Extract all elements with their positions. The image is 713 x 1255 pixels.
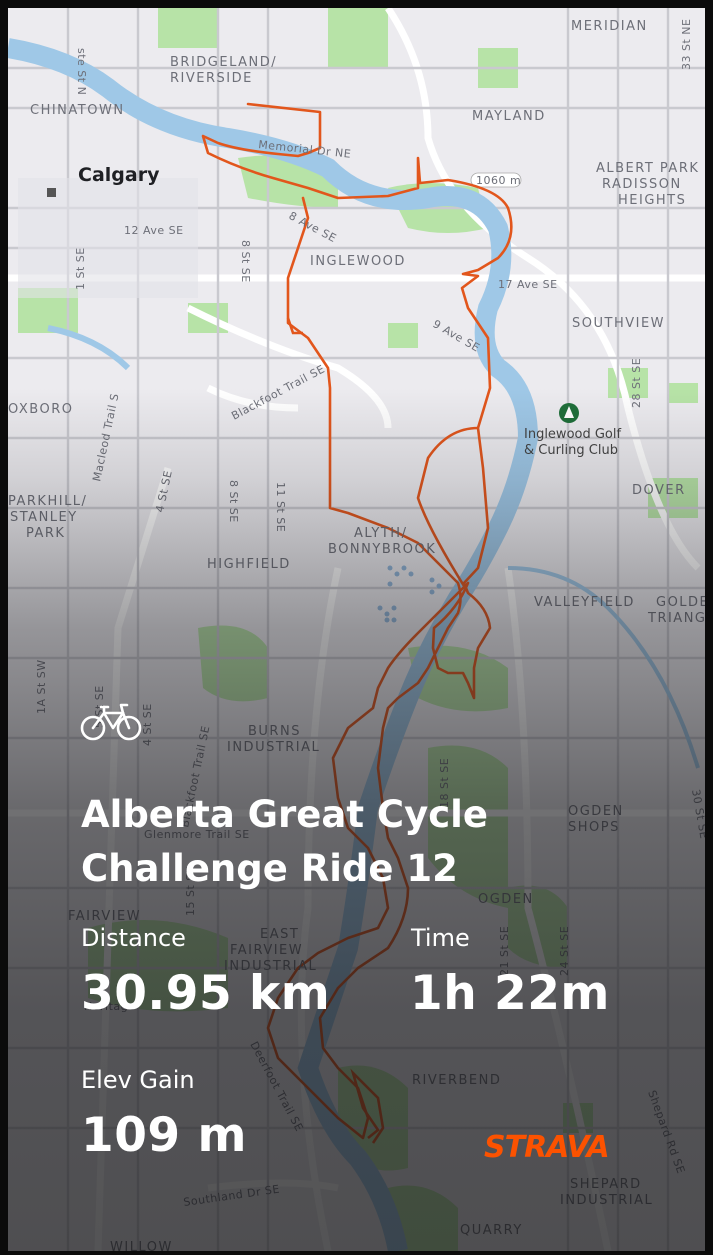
distance-value: 30.95 km: [81, 966, 331, 1021]
activity-share-card: 1060 m Calgary BRIDGELAND/ RIVERSIDE CHI…: [8, 8, 705, 1251]
activity-stats-panel: Alberta Great Cycle Challenge Ride 12 Di…: [8, 8, 705, 1251]
strava-logo: STRAVA: [484, 1130, 610, 1165]
elevation-gain-value: 109 m: [81, 1108, 247, 1163]
activity-title-line: Challenge Ride 12: [81, 847, 458, 890]
bicycle-icon: [80, 703, 142, 741]
screen-frame: 1060 m Calgary BRIDGELAND/ RIVERSIDE CHI…: [0, 0, 713, 1255]
distance-label: Distance: [81, 924, 186, 952]
activity-title: Alberta Great Cycle Challenge Ride 12: [81, 788, 641, 896]
activity-title-line: Alberta Great Cycle: [81, 793, 488, 836]
elevation-gain-label: Elev Gain: [81, 1066, 195, 1094]
time-value: 1h 22m: [410, 966, 610, 1021]
time-label: Time: [411, 924, 470, 952]
